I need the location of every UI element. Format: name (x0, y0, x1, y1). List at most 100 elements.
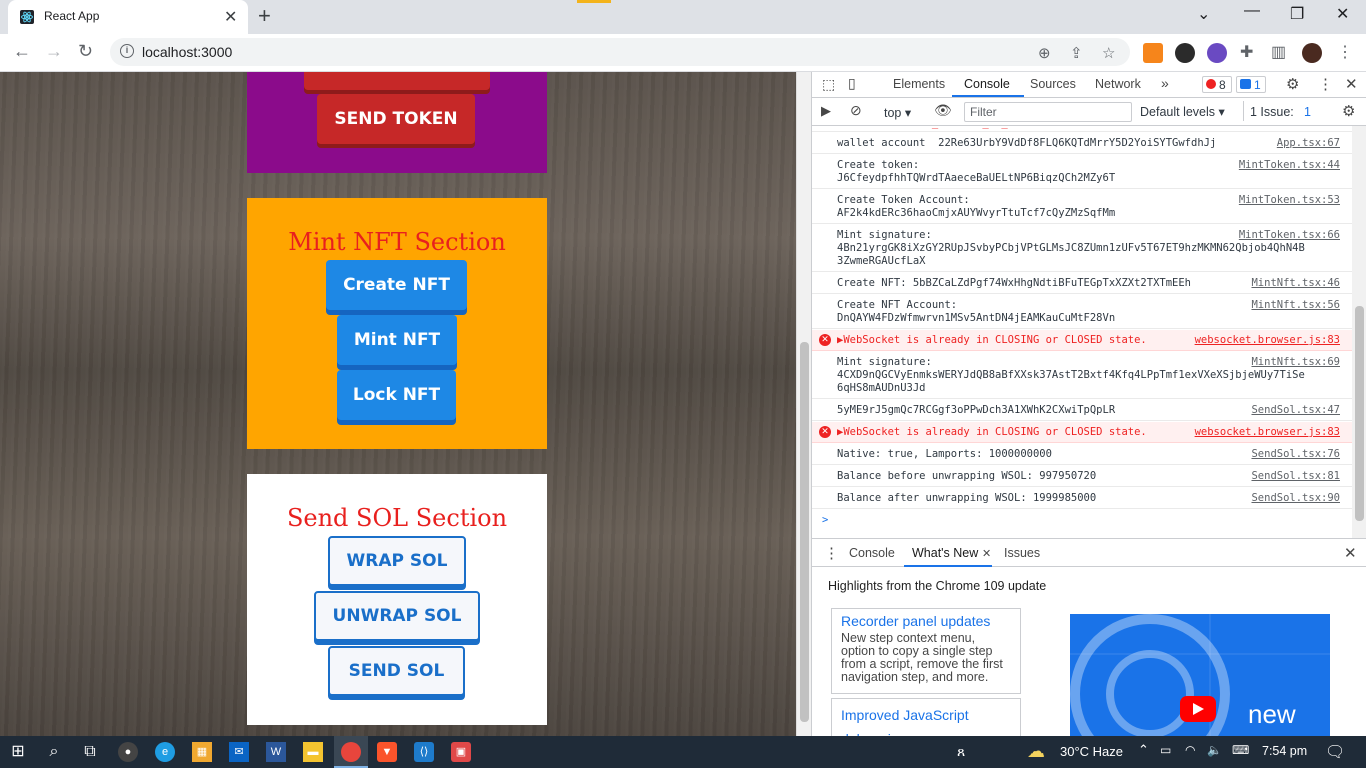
console-log-row[interactable]: Mint signature: 4CXD9nQGCVyEnmksWERYJdQB… (812, 352, 1352, 399)
profile-avatar[interactable] (1302, 43, 1322, 63)
obs-icon[interactable]: ● (118, 742, 138, 762)
issues-button[interactable]: 1 Issue: 1 (1243, 101, 1328, 121)
store-icon[interactable]: ▦ (192, 742, 212, 762)
app-icon[interactable]: ▣ (451, 742, 471, 762)
send-token-button[interactable]: SEND TOKEN (317, 94, 475, 144)
filter-input[interactable]: Filter (964, 102, 1132, 122)
people-icon[interactable]: ጸ (957, 743, 965, 760)
vscode-icon[interactable]: ⟨⟩ (414, 742, 434, 762)
extension-icon[interactable] (1175, 43, 1195, 63)
source-link[interactable]: websocket.browser.js:83 (1195, 426, 1340, 439)
console-log-row[interactable]: Create NFT: 5bBZCaLZdPgf74WxHhgNdtiBFuTE… (812, 273, 1352, 294)
clock-time[interactable]: 7:54 pm (1262, 744, 1307, 758)
context-selector[interactable]: top ▾ (884, 105, 911, 120)
console-error-row[interactable]: ✕ ▶WebSocket is already in CLOSING or CLO… (812, 330, 1352, 351)
forward-icon[interactable]: → (45, 41, 63, 62)
close-drawer-tab-icon[interactable]: ✕ (982, 547, 991, 560)
source-link[interactable]: MintNft.tsx:46 (1251, 277, 1340, 290)
reload-icon[interactable]: ↻ (78, 41, 93, 62)
unwrap-sol-button[interactable]: UNWRAP SOL (314, 591, 480, 641)
side-panel-icon[interactable]: ▥ (1271, 42, 1286, 62)
source-link[interactable]: MintNft.tsx:56 (1251, 299, 1340, 312)
edge-icon[interactable]: e (155, 742, 175, 762)
token-button-partial[interactable] (304, 72, 490, 90)
chrome-taskbar-active[interactable] (334, 736, 368, 768)
source-link[interactable]: App.tsx:67 (1277, 137, 1340, 150)
live-expression-eye-icon[interactable]: 👁 (934, 102, 952, 119)
back-icon[interactable]: ← (13, 41, 31, 62)
settings-gear-icon[interactable]: ⚙ (1286, 75, 1299, 93)
tab-network[interactable]: Network (1095, 77, 1141, 91)
tab-elements[interactable]: Elements (893, 77, 945, 91)
lock-nft-button[interactable]: Lock NFT (337, 370, 456, 420)
new-tab-button[interactable]: + (258, 3, 271, 29)
create-nft-button[interactable]: Create NFT (326, 260, 467, 310)
clear-console-icon[interactable]: ⊘ (850, 102, 862, 119)
network-icon[interactable]: ▭ (1160, 743, 1171, 757)
task-view-icon[interactable]: ⧉ (80, 742, 100, 762)
console-error-row[interactable]: ✕ ▶WebSocket is already in CLOSING or CLO… (812, 422, 1352, 443)
page-scrollbar[interactable] (796, 72, 811, 736)
brave-icon[interactable]: ▼ (377, 742, 397, 762)
more-tabs-icon[interactable]: » (1161, 75, 1169, 91)
source-link[interactable]: SendSol.tsx:90 (1251, 492, 1340, 505)
log-levels-dropdown[interactable]: Default levels ▾ (1140, 104, 1225, 119)
more-menu-icon[interactable]: ⋮ (1337, 42, 1353, 62)
send-sol-button[interactable]: SEND SOL (328, 646, 465, 696)
extensions-puzzle-icon[interactable]: ✚ (1240, 42, 1253, 62)
inspect-element-icon[interactable]: ⬚ (822, 76, 835, 93)
console-log-row[interactable]: Create Token Account: AF2k4kdERc36haoCmj… (812, 190, 1352, 224)
console-log-row[interactable]: wallet account 22Re63UrbY9VdDf8FLQ6KQTdM… (812, 133, 1352, 154)
close-devtools-icon[interactable]: ✕ (1345, 75, 1358, 93)
console-prompt[interactable]: > (812, 512, 1352, 532)
console-settings-icon[interactable]: ⚙ (1342, 102, 1355, 120)
extension-icon[interactable] (1207, 43, 1227, 63)
tab-console[interactable]: Console (964, 77, 1010, 91)
console-log-row[interactable]: Native: true, Lamports: 1000000000 SendSo… (812, 444, 1352, 465)
console-log-row[interactable]: Balance before unwrapping WSOL: 99795072… (812, 466, 1352, 487)
bookmark-star-icon[interactable]: ☆ (1102, 44, 1115, 62)
word-icon[interactable]: W (266, 742, 286, 762)
source-link[interactable]: SendSol.tsx:76 (1251, 448, 1340, 461)
drawer-tab-issues[interactable]: Issues (1004, 546, 1040, 560)
console-scrollbar[interactable] (1352, 126, 1366, 538)
source-link[interactable]: MintToken.tsx:44 (1239, 159, 1340, 172)
share-icon[interactable]: ⇪ (1070, 44, 1083, 62)
zoom-icon[interactable]: ⊕ (1038, 44, 1051, 62)
whats-new-video-thumbnail[interactable]: new (1070, 614, 1330, 737)
source-link[interactable]: MintToken.tsx:66 (1239, 229, 1340, 242)
source-link[interactable]: MintToken.tsx:53 (1239, 194, 1340, 207)
restore-icon[interactable]: ❐ (1290, 4, 1304, 24)
sidebar-toggle-icon[interactable]: ▶ (821, 103, 831, 119)
windows-start-icon[interactable]: ⊞ (8, 742, 28, 762)
feature-title[interactable]: Recorder panel updates (841, 613, 1011, 629)
minimize-icon[interactable]: — (1244, 2, 1260, 20)
source-link[interactable]: MintNft.tsx:69 (1251, 356, 1340, 369)
console-log-row[interactable]: error: net::ERR_BLOCKED_BY_CLIENT (812, 126, 1352, 132)
mint-nft-button[interactable]: Mint NFT (337, 315, 457, 365)
metamask-extension-icon[interactable] (1143, 43, 1163, 63)
close-tab-icon[interactable]: ✕ (224, 7, 237, 27)
search-icon[interactable]: ⌕ (44, 742, 64, 762)
address-bar[interactable]: i localhost:3000 ⊕ ⇪ ☆ (110, 38, 1130, 66)
error-counter[interactable]: 8 (1202, 76, 1232, 93)
tab-sources[interactable]: Sources (1030, 77, 1076, 91)
console-log-row[interactable]: Mint signature: 4Bn21yrgGK8iXzGY2RUpJSvb… (812, 225, 1352, 272)
console-log-row[interactable]: 5yME9rJ5gmQc7RCGgf3oPPwDch3A1XWhK2CXwiTp… (812, 400, 1352, 421)
devtools-menu-icon[interactable]: ⋮ (1318, 75, 1333, 93)
weather-text[interactable]: 30°C Haze (1060, 744, 1123, 759)
mail-icon[interactable]: ✉ (229, 742, 249, 762)
drawer-menu-icon[interactable]: ⋮ (824, 544, 839, 562)
browser-tab[interactable]: React App ✕ (8, 0, 248, 34)
tab-search-icon[interactable]: ⌄ (1197, 4, 1210, 24)
message-counter[interactable]: 1 (1236, 76, 1266, 93)
source-link[interactable]: websocket.browser.js:83 (1195, 334, 1340, 347)
feature-card[interactable]: Recorder panel updates New step context … (831, 608, 1021, 694)
console-log-row[interactable]: Create token: J6CfeydpfhhTQWrdTAaeceBaUE… (812, 155, 1352, 189)
source-link[interactable]: SendSol.tsx:47 (1251, 404, 1340, 417)
language-icon[interactable]: ⌨ (1232, 743, 1249, 757)
close-window-icon[interactable]: ✕ (1336, 4, 1349, 24)
file-explorer-icon[interactable]: ▬ (303, 742, 323, 762)
close-drawer-icon[interactable]: ✕ (1344, 544, 1357, 562)
volume-icon[interactable]: 🔈 (1207, 743, 1222, 757)
